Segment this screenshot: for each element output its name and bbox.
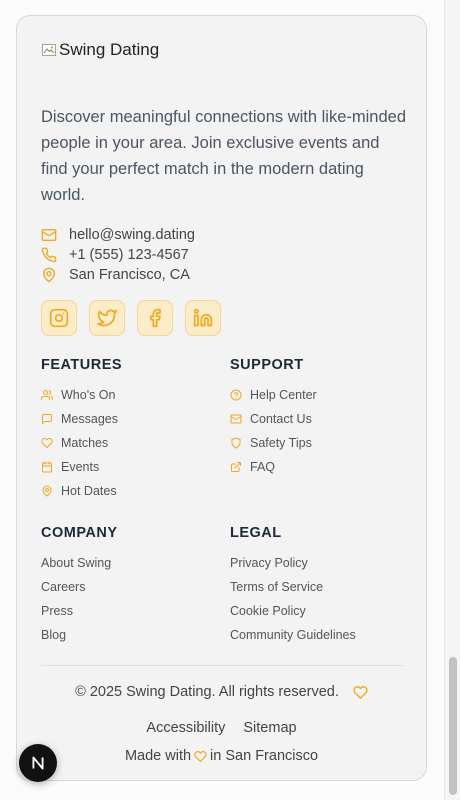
- scrollbar-thumb[interactable]: [449, 657, 457, 795]
- contact-location-text: San Francisco, CA: [69, 267, 190, 283]
- support-link-label: Help Center: [250, 388, 317, 402]
- features-column: FEATURES Who's On Messages Matches Event…: [41, 357, 122, 503]
- made-with-line: Made with in San Francisco: [17, 748, 426, 764]
- features-link-label: Messages: [61, 412, 118, 426]
- support-link-faq[interactable]: FAQ: [230, 455, 317, 479]
- legal-link-guidelines[interactable]: Community Guidelines: [230, 623, 356, 647]
- contact-info: hello@swing.dating +1 (555) 123-4567 San…: [41, 225, 195, 285]
- map-pin-icon: [42, 485, 52, 497]
- made-with-suffix: in San Francisco: [210, 748, 319, 764]
- users-icon: [41, 390, 53, 400]
- contact-phone-text: +1 (555) 123-4567: [69, 247, 189, 263]
- features-link-whos-on[interactable]: Who's On: [41, 383, 122, 407]
- linkedin-button[interactable]: [185, 300, 221, 336]
- features-link-label: Matches: [61, 436, 109, 450]
- logo-alt-text: Swing Dating: [59, 40, 160, 59]
- company-link-press[interactable]: Press: [41, 599, 118, 623]
- legal-column: LEGAL Privacy Policy Terms of Service Co…: [230, 525, 356, 647]
- company-column: COMPANY About Swing Careers Press Blog: [41, 525, 118, 647]
- support-column: SUPPORT Help Center Contact Us Safety Ti…: [230, 357, 317, 479]
- facebook-icon: [150, 308, 161, 328]
- made-with-prefix: Made with: [124, 748, 192, 764]
- mail-icon: [230, 414, 242, 424]
- broken-image-icon: [42, 44, 56, 56]
- copyright-line: © 2025 Swing Dating. All rights reserved…: [17, 684, 426, 700]
- footer-links: Accessibility Sitemap: [17, 720, 426, 736]
- legal-link-privacy[interactable]: Privacy Policy: [230, 551, 356, 575]
- external-link-icon: [231, 462, 241, 472]
- copyright-text: © 2025 Swing Dating. All rights reserved…: [75, 684, 339, 700]
- company-link-about[interactable]: About Swing: [41, 551, 118, 575]
- mail-icon: [41, 229, 57, 241]
- map-pin-icon: [43, 267, 55, 283]
- heart-icon: [194, 750, 207, 762]
- brand-description: Discover meaningful connections with lik…: [41, 108, 407, 204]
- features-link-matches[interactable]: Matches: [41, 431, 122, 455]
- shield-icon: [231, 437, 241, 449]
- dev-tools-badge[interactable]: [19, 744, 57, 782]
- features-heading: FEATURES: [41, 357, 123, 373]
- company-link-blog[interactable]: Blog: [41, 623, 118, 647]
- brand-logo[interactable]: Swing Dating: [41, 40, 159, 60]
- features-link-messages[interactable]: Messages: [41, 407, 122, 431]
- support-heading: SUPPORT: [230, 357, 304, 373]
- twitter-button[interactable]: [89, 300, 125, 336]
- features-link-events[interactable]: Events: [41, 455, 122, 479]
- instagram-button[interactable]: [41, 300, 77, 336]
- support-link-safety-tips[interactable]: Safety Tips: [230, 431, 317, 455]
- social-links: [41, 300, 221, 336]
- legal-link-cookie[interactable]: Cookie Policy: [230, 599, 356, 623]
- linkedin-icon: [193, 308, 213, 327]
- legal-heading: LEGAL: [230, 525, 282, 541]
- footer-card: Swing Dating Discover meaningful connect…: [16, 15, 427, 781]
- page-scrollbar[interactable]: [444, 0, 460, 800]
- instagram-icon: [49, 308, 69, 328]
- contact-email-text: hello@swing.dating: [69, 227, 195, 243]
- support-link-label: FAQ: [250, 460, 276, 474]
- company-link-careers[interactable]: Careers: [41, 575, 118, 599]
- contact-email[interactable]: hello@swing.dating: [41, 225, 195, 245]
- support-link-label: Contact Us: [250, 412, 312, 426]
- phone-icon: [41, 247, 57, 263]
- support-link-contact-us[interactable]: Contact Us: [230, 407, 317, 431]
- message-square-icon: [42, 414, 52, 424]
- contact-location: San Francisco, CA: [41, 265, 195, 285]
- twitter-icon: [97, 309, 117, 327]
- support-link-label: Safety Tips: [250, 436, 312, 450]
- features-link-label: Hot Dates: [61, 484, 117, 498]
- support-link-help-center[interactable]: Help Center: [230, 383, 317, 407]
- n-logo-icon: [32, 756, 44, 770]
- legal-link-terms[interactable]: Terms of Service: [230, 575, 356, 599]
- calendar-icon: [42, 461, 52, 473]
- accessibility-link[interactable]: Accessibility: [146, 720, 225, 736]
- heart-icon: [353, 685, 368, 699]
- footer-divider: [41, 665, 404, 666]
- features-link-label: Events: [61, 460, 100, 474]
- help-circle-icon: [230, 389, 242, 401]
- company-heading: COMPANY: [41, 525, 118, 541]
- features-link-label: Who's On: [61, 388, 116, 402]
- contact-phone[interactable]: +1 (555) 123-4567: [41, 245, 195, 265]
- facebook-button[interactable]: [137, 300, 173, 336]
- features-link-hot-dates[interactable]: Hot Dates: [41, 479, 122, 503]
- heart-icon: [41, 437, 53, 448]
- sitemap-link[interactable]: Sitemap: [243, 720, 296, 736]
